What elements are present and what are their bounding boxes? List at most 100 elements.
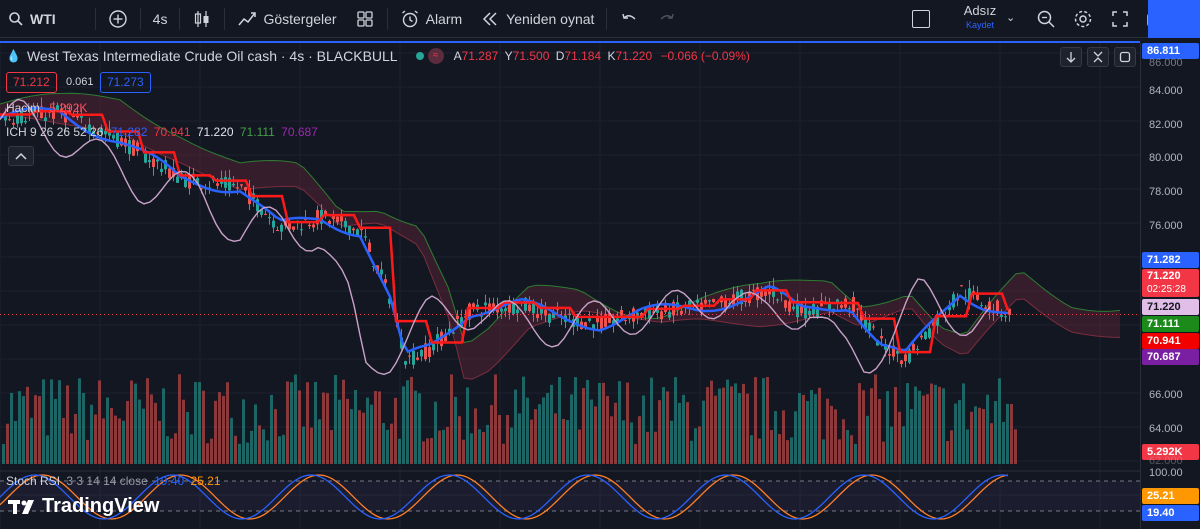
- price-chart-canvas[interactable]: [0, 43, 1140, 529]
- price-axis[interactable]: 86.811 86.000 84.000 82.000 80.000 78.00…: [1140, 43, 1200, 529]
- candle-body: [660, 311, 663, 320]
- volume-bar: [646, 431, 649, 464]
- indicators-button[interactable]: Göstergeler: [228, 0, 345, 38]
- candle-body: [588, 318, 591, 321]
- volume-bar: [374, 390, 377, 464]
- volume-bar: [214, 400, 217, 464]
- publish-button[interactable]: [1148, 0, 1200, 38]
- candle-body: [8, 119, 11, 121]
- volume-bar: [846, 429, 849, 464]
- collapse-legend-button[interactable]: [8, 146, 34, 166]
- candle-body: [804, 306, 807, 319]
- volume-bar: [622, 420, 625, 464]
- tick-76000: 76.000: [1149, 220, 1183, 232]
- volume-bar: [690, 440, 693, 464]
- layouts-button[interactable]: [346, 0, 384, 38]
- candle-body: [236, 187, 239, 189]
- volume-bar: [226, 382, 229, 464]
- volume-bar: [438, 430, 441, 464]
- move-pane-down-button[interactable]: [1060, 47, 1082, 67]
- volume-bar: [130, 380, 133, 464]
- volume-bar: [934, 384, 937, 464]
- volume-bar: [998, 378, 1001, 464]
- volume-bar: [874, 374, 877, 464]
- candle-body: [1004, 316, 1007, 318]
- interval-button[interactable]: 4s: [144, 0, 177, 38]
- volume-bar: [414, 390, 417, 464]
- volume-bar: [530, 419, 533, 464]
- add-circle-icon: [108, 9, 128, 29]
- volume-bar: [178, 374, 181, 464]
- volume-bar: [110, 407, 113, 464]
- replay-button[interactable]: Yeniden oynat: [471, 0, 603, 38]
- fullscreen-button[interactable]: [1110, 9, 1130, 34]
- volume-bar: [906, 383, 909, 464]
- volume-bar: [354, 390, 357, 464]
- volume-bar: [578, 429, 581, 464]
- volume-bar: [58, 380, 61, 464]
- candle-body: [764, 291, 767, 296]
- volume-bar: [466, 387, 469, 464]
- candle-body: [704, 299, 707, 304]
- volume-bar: [318, 419, 321, 464]
- volume-bar: [254, 404, 257, 464]
- undo-button[interactable]: [610, 0, 648, 38]
- fullscreen-checkbox[interactable]: [912, 10, 930, 28]
- candle-body: [244, 187, 247, 191]
- volume-bar: [406, 380, 409, 464]
- volume-bar: [262, 429, 265, 464]
- volume-bar: [482, 432, 485, 464]
- candle-body: [116, 132, 119, 147]
- volume-bar: [366, 397, 369, 464]
- volume-bar: [930, 383, 933, 464]
- volume-bar: [190, 434, 193, 464]
- volume-bar: [754, 377, 757, 464]
- candle-body: [224, 177, 227, 188]
- candle-body: [980, 305, 983, 307]
- volume-bar: [730, 386, 733, 464]
- candle-body: [160, 168, 163, 173]
- volume-bar: [778, 434, 781, 464]
- volume-bar: [594, 406, 597, 464]
- chevron-down-icon[interactable]: ⌄: [1006, 11, 1015, 24]
- settings-button[interactable]: [1073, 9, 1093, 34]
- candle-body: [408, 355, 411, 357]
- candle-body: [176, 176, 179, 183]
- volume-bar: [742, 383, 745, 464]
- divider: [224, 7, 226, 30]
- chart-type-button[interactable]: [183, 0, 221, 38]
- volume-bar: [706, 387, 709, 464]
- search-icon: [6, 9, 26, 29]
- compare-button[interactable]: [99, 0, 137, 38]
- chart-pane[interactable]: [0, 43, 1140, 529]
- candle-body: [792, 306, 795, 310]
- volume-bar: [962, 383, 965, 464]
- collapse-pane-button[interactable]: [1087, 47, 1109, 67]
- volume-bar: [750, 435, 753, 464]
- volume-bar: [258, 425, 261, 464]
- volume-bar: [82, 392, 85, 464]
- volume-bar: [862, 390, 865, 464]
- volume-bar: [2, 443, 5, 464]
- volume-bar: [522, 376, 525, 464]
- volume-bar: [402, 386, 405, 464]
- volume-bar: [74, 414, 77, 464]
- volume-bar: [234, 435, 237, 464]
- candle-body: [312, 224, 315, 228]
- volume-bar: [1010, 404, 1013, 464]
- volume-bar: [490, 405, 493, 464]
- redo-button[interactable]: [648, 0, 686, 38]
- volume-bar: [474, 408, 477, 464]
- quick-search-button[interactable]: [1036, 9, 1056, 34]
- candle-body: [960, 285, 963, 287]
- maximize-pane-button[interactable]: [1114, 47, 1136, 67]
- symbol-search-button[interactable]: WTI: [0, 0, 65, 38]
- volume-bar: [118, 418, 121, 464]
- candle-body: [848, 308, 851, 310]
- volume-bar: [486, 424, 489, 464]
- candle-body: [148, 160, 151, 163]
- candle-body: [624, 319, 627, 321]
- maximize-icon: [1119, 51, 1131, 63]
- alert-button[interactable]: Alarm: [391, 0, 472, 38]
- volume-bar: [278, 436, 281, 464]
